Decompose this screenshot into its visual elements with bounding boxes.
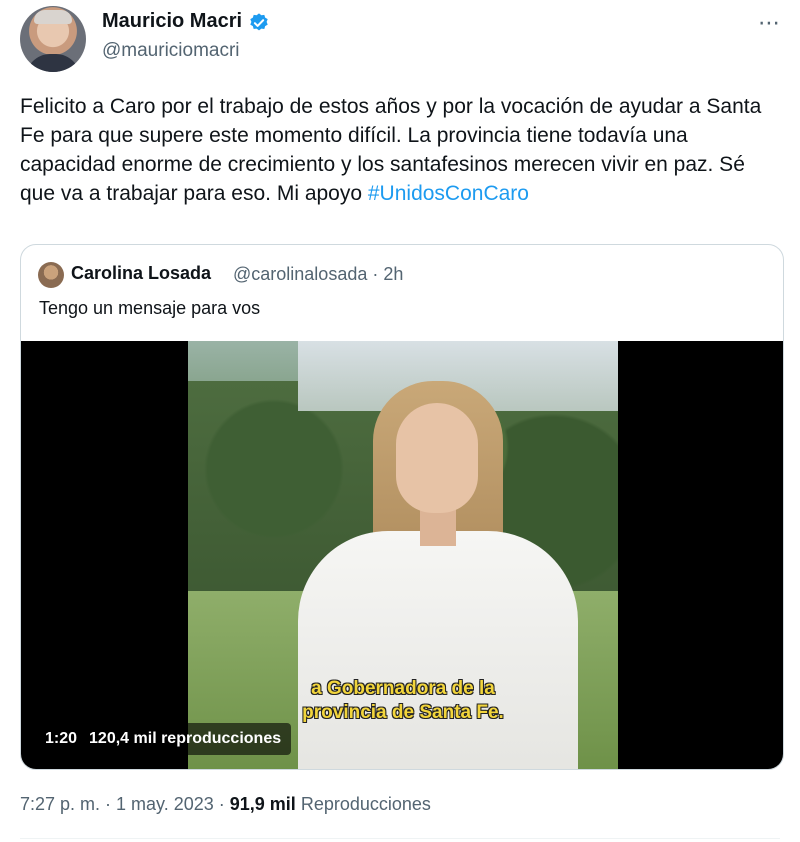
avatar-hair (34, 10, 72, 24)
verified-badge-icon (250, 13, 268, 31)
subtitle-line-1: a Gobernadora de la (311, 678, 495, 699)
video-views: 120,4 mil reproducciones (89, 730, 282, 747)
divider (20, 838, 780, 839)
video-person-shirt (298, 531, 578, 769)
more-options-icon[interactable]: ⋯ (758, 10, 781, 36)
video-frame: a Gobernadora de la provincia de Santa F… (188, 341, 618, 769)
video-person-face (396, 403, 478, 513)
author-name[interactable]: Mauricio Macri (102, 10, 242, 33)
video-subtitle: a Gobernadora de la provincia de Santa F… (188, 677, 618, 725)
hashtag-link[interactable]: #UnidosConCaro (368, 182, 529, 205)
views-count: 91,9 mil (229, 794, 296, 814)
subtitle-line-2: provincia de Santa Fe. (302, 702, 504, 723)
quote-text: Tengo un mensaje para vos (39, 298, 261, 318)
tweet-text: Felicito a Caro por el trabajo de estos … (20, 92, 780, 208)
author-avatar[interactable] (20, 6, 86, 72)
quote-author-name[interactable]: Carolina Losada (71, 263, 211, 284)
author-handle[interactable]: @mauriciomacri (102, 40, 240, 62)
views-label: Reproducciones (295, 794, 431, 814)
tweet-timestamp[interactable]: 7:27 p. m. · 1 may. 2023 · (20, 794, 230, 814)
quote-author-avatar[interactable] (38, 262, 64, 288)
tweet-meta: 7:27 p. m. · 1 may. 2023 · 91,9 mil Repr… (20, 794, 431, 815)
video-duration: 1:20 (45, 730, 78, 747)
avatar-shirt (26, 54, 80, 72)
video-stats-badge: 1:20 120,4 mil reproducciones (35, 723, 292, 755)
quoted-tweet[interactable]: Carolina Losada @carolinalosada · 2h Ten… (20, 244, 784, 770)
quote-author-handle-time[interactable]: @carolinalosada · 2h (233, 264, 403, 285)
video-player[interactable]: a Gobernadora de la provincia de Santa F… (21, 341, 783, 769)
